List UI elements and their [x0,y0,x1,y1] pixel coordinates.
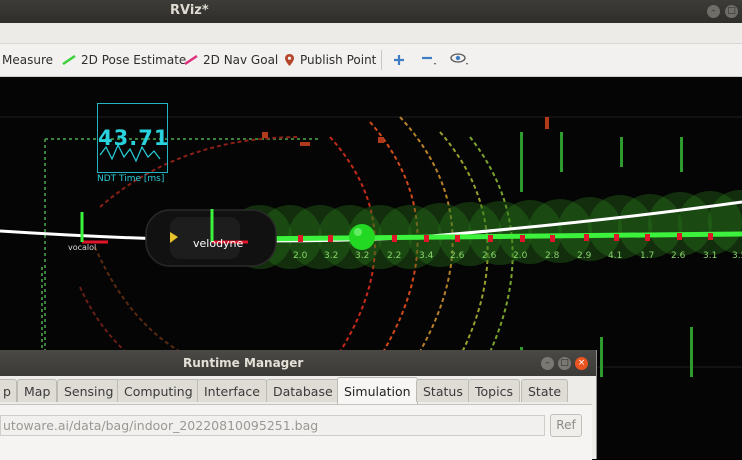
ndt-time-value: 43.71 [98,126,170,150]
waypoint-speed-label: 2.6 [450,251,465,261]
minus-icon [422,56,436,65]
waypoint-speed-label: 2.8 [545,251,560,261]
nav-goal-tool[interactable]: 2D Nav Goal [184,52,278,68]
runtime-manager-tabs: p Map Sensing Computing Interface Databa… [0,377,596,404]
ndt-time-graph: 43.71 [97,103,168,173]
measure-label: Measure [2,53,53,67]
waypoint-speed-label: 2.9 [577,251,592,261]
view-tool-button[interactable] [450,52,470,68]
tab-setup[interactable]: p [0,379,17,402]
tab-map[interactable]: Map [17,379,58,402]
map-pin-icon [285,54,294,66]
velodyne-frame-label: velodyne [193,237,244,250]
runtime-manager-title: Runtime Manager [183,356,304,370]
ndt-time-label: NDT Time [ms] [97,174,165,184]
waypoint-speed-label: 3.4 [419,251,434,261]
ref-button[interactable]: Ref [550,414,582,437]
maximize-icon[interactable]: □ [725,5,738,18]
waypoint-speed-label: 2.6 [671,251,686,261]
minimize-icon[interactable]: – [541,357,554,370]
tab-sensing[interactable]: Sensing [57,379,121,402]
waypoint-speed-label: 3.2 [324,251,339,261]
rviz-titlebar: RViz* – □ [0,0,742,23]
rviz-window-title: RViz* [170,3,209,18]
rviz-menubar [0,23,742,44]
remove-tool-button[interactable] [421,52,437,68]
tab-database[interactable]: Database [266,379,340,402]
waypoint-speed-label: 3.2 [355,251,370,261]
tab-interface[interactable]: Interface [197,379,267,402]
pink-arrow-icon [184,55,198,65]
bag-file-path-input[interactable]: utoware.ai/data/bag/indoor_2022081009525… [0,415,545,436]
waypoint-speed-label: 2.6 [482,251,497,261]
publish-point-label: Publish Point [300,53,377,67]
green-arrow-icon [62,55,76,65]
tab-state[interactable]: State [521,379,569,402]
runtime-manager-titlebar[interactable]: Runtime Manager – □ × [0,350,596,376]
rviz-toolbar: Measure 2D Pose Estimate 2D Nav Goal Pub… [0,44,742,77]
tab-computing[interactable]: Computing [117,379,200,402]
tab-status[interactable]: Status [416,379,470,402]
pose-estimate-label: 2D Pose Estimate [81,53,187,67]
nav-goal-label: 2D Nav Goal [203,53,279,67]
tab-simulation[interactable]: Simulation [337,377,418,404]
waypoint-speed-label: 3.5 [732,251,742,261]
measure-tool[interactable]: Measure [2,52,53,68]
waypoint-speed-label: 2.0 [293,251,308,261]
pose-estimate-tool[interactable]: 2D Pose Estimate [62,52,186,68]
waypoint-speed-label: 1.7 [640,251,655,261]
waypoint-speed-label: 2.0 [513,251,528,261]
waypoint-speed-label: 3.1 [703,251,718,261]
add-tool-button[interactable] [393,52,405,68]
tab-topics[interactable]: Topics [468,379,520,402]
toolbar-separator [381,50,382,70]
waypoint-speed-label: 2.2 [387,251,402,261]
plus-icon [394,55,404,65]
waypoint-speed-label: 4.1 [608,251,623,261]
publish-point-tool[interactable]: Publish Point [284,52,376,68]
close-icon[interactable]: × [575,357,588,370]
maximize-icon[interactable]: □ [558,357,571,370]
runtime-manager-window: Runtime Manager – □ × p Map Sensing Comp… [0,350,597,460]
minimize-icon[interactable]: – [707,5,720,18]
eye-icon [450,53,468,65]
simulation-panel: utoware.ai/data/bag/indoor_2022081009525… [0,404,592,460]
odom-frame-label: vocalol [68,243,97,252]
